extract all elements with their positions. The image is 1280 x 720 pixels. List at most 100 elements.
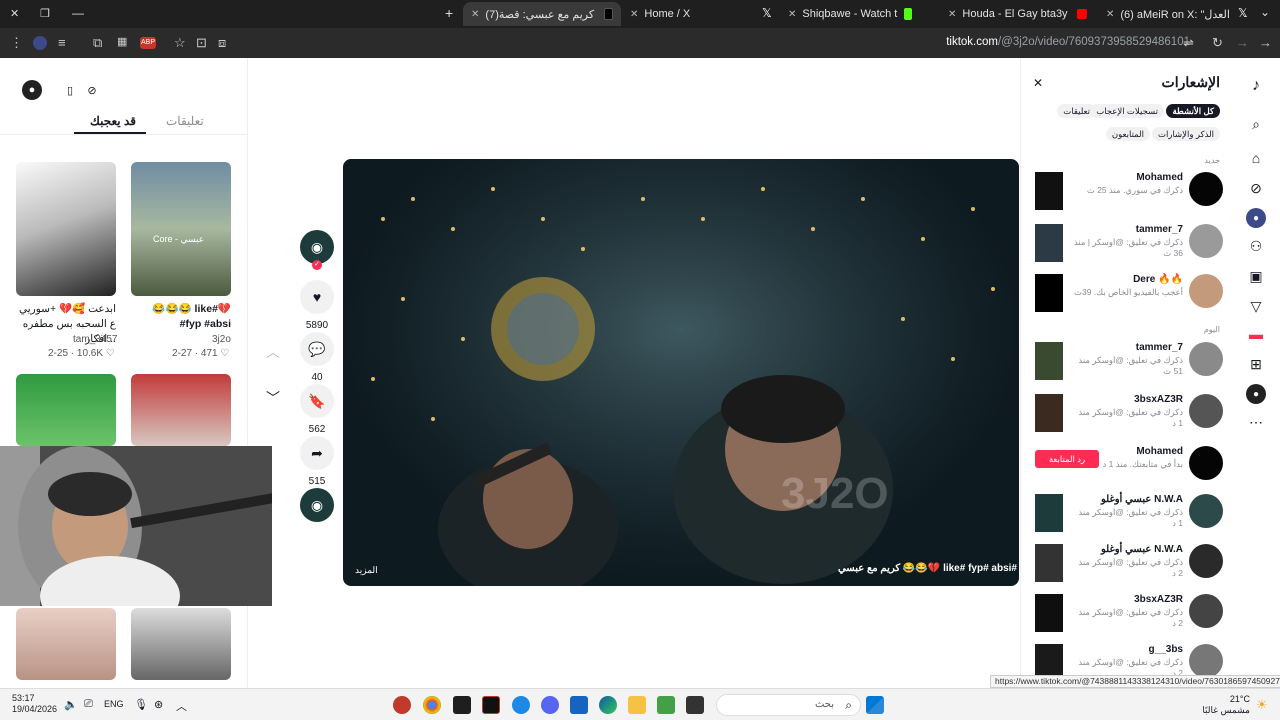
compass-icon[interactable]: ⊘ [82, 80, 102, 100]
phone-icon[interactable]: ▯ [60, 80, 80, 100]
notification-item[interactable]: tammer_7 ذكرك في تعليق: @اوسكر منذ 51 ث [1035, 342, 1223, 390]
tab-ameir[interactable]: ✕ (6) aMeiR on X: "كمة العدل [1098, 2, 1238, 26]
capcut-icon[interactable] [482, 696, 500, 714]
user-avatar[interactable] [1189, 494, 1223, 528]
live-avatar[interactable]: ● [1246, 208, 1266, 228]
bookmark-star-icon[interactable]: ☆ [174, 35, 186, 51]
user-avatar[interactable] [1189, 544, 1223, 578]
search-icon[interactable]: ⌕ [1246, 114, 1266, 134]
minimize-window-icon[interactable]: — [72, 6, 84, 20]
new-tab-icon[interactable]: + [445, 5, 453, 21]
start-icon[interactable] [866, 696, 884, 714]
tray-overflow-icon[interactable]: ︿ [176, 698, 187, 714]
cast-icon[interactable]: ⧈ [218, 35, 226, 51]
comment-button[interactable]: 💬 40 [299, 332, 335, 383]
close-window-icon[interactable]: ✕ [10, 7, 19, 20]
adblock-icon[interactable]: ABP [140, 37, 156, 49]
video-thumbnail[interactable] [1035, 274, 1063, 312]
filter-comments[interactable]: تعليقات [1057, 104, 1096, 118]
menu-dots-icon[interactable]: ⋮ [10, 35, 23, 51]
notification-username[interactable]: 3bsxAZ3R [1134, 394, 1183, 405]
app-icon-blue[interactable] [512, 696, 530, 714]
author-avatar[interactable]: ◉ ✓ [299, 230, 335, 270]
profile-avatar[interactable]: ● [1246, 384, 1266, 404]
more-link[interactable]: المزيد [355, 565, 378, 576]
notification-username[interactable]: عبسي أوغلو N.W.A [1101, 544, 1183, 555]
user-avatar[interactable] [1189, 342, 1223, 376]
video-thumbnail[interactable] [1035, 494, 1063, 532]
video-author[interactable]: 3j2o [212, 334, 231, 345]
tab-x-home[interactable]: ✕ Home / X [622, 2, 762, 26]
profile-avatar[interactable] [33, 36, 47, 50]
user-avatar[interactable] [1189, 224, 1223, 258]
user-avatar[interactable] [1189, 644, 1223, 678]
notification-username[interactable]: g__3bs [1149, 644, 1183, 655]
sound-avatar[interactable]: ◉ [299, 488, 335, 522]
network-icon[interactable]: ⎚ [84, 698, 93, 711]
video-thumbnail[interactable] [16, 608, 116, 680]
grid-icon[interactable]: ▦ [117, 35, 127, 48]
creator-avatar[interactable]: ● [22, 80, 42, 100]
notification-item[interactable]: tammer_7 ذكرك في تعليق: @اوسكر | منذ 36 ث [1035, 224, 1223, 272]
close-tab-icon[interactable]: ✕ [471, 9, 479, 20]
filter-all-activity[interactable]: كل الأنشطة [1166, 104, 1220, 118]
notification-item[interactable]: Dere 🔥🔥 أعجب بالفيديو الخاص بك. 39ث [1035, 274, 1223, 322]
user-avatar[interactable] [1189, 394, 1223, 428]
explore-icon[interactable]: ⊘ [1246, 178, 1266, 198]
user-avatar[interactable] [1189, 594, 1223, 628]
close-tab-icon[interactable]: ✕ [630, 9, 638, 20]
install-app-icon[interactable]: ⊡ [196, 35, 207, 51]
video-thumbnail[interactable] [1035, 394, 1063, 432]
messages-icon[interactable]: ▬ [1246, 324, 1266, 344]
notification-username[interactable]: tammer_7 [1136, 342, 1183, 353]
video-author[interactable]: tam_3457 [73, 334, 117, 345]
notification-item[interactable]: Mohamed ذكرك في سوري. منذ 25 ث [1035, 172, 1223, 220]
file-explorer-icon[interactable] [628, 696, 646, 714]
notification-username[interactable]: Mohamed [1136, 172, 1183, 183]
user-avatar[interactable] [1189, 172, 1223, 206]
forward-icon[interactable]: → [1236, 35, 1249, 50]
filter-followers[interactable]: المتابعون [1105, 127, 1150, 141]
notification-username[interactable]: Mohamed [1136, 446, 1183, 457]
home-icon[interactable]: ⌂ [1246, 148, 1266, 168]
bluetooth-icon[interactable]: ⊛ [154, 698, 163, 711]
video-thumbnail[interactable] [16, 374, 116, 446]
app-icon-green[interactable] [657, 696, 675, 714]
filter-mentions[interactable]: الذكر والإشارات [1151, 127, 1220, 141]
tab-shiqbawe[interactable]: ✕ Shiqbawe - Watch the VOD on [780, 2, 920, 26]
notification-username[interactable]: عبسي أوغلو N.W.A [1101, 494, 1183, 505]
video-caption[interactable]: 😂😂😂 like#💔 #fyp #absi [131, 302, 231, 332]
activity-icon[interactable]: ▽ [1246, 296, 1266, 316]
video-thumbnail[interactable] [1035, 594, 1063, 632]
chrome-icon[interactable] [423, 696, 441, 714]
notification-item[interactable]: عبسي أوغلو N.W.A ذكرك في تعليق: @اوسكر من… [1035, 494, 1223, 542]
following-icon[interactable]: ⚇ [1246, 236, 1266, 256]
notification-item[interactable]: Mohamed بدأ في متابعتك. منذ 1 د رد المتابع… [1035, 446, 1223, 494]
video-thumbnail[interactable] [1035, 224, 1063, 262]
edge-icon[interactable] [599, 696, 617, 714]
close-tab-icon[interactable]: ✕ [788, 9, 796, 20]
close-icon[interactable]: ✕ [1033, 76, 1043, 90]
next-video-icon[interactable]: ﹀ [266, 388, 280, 408]
extensions-icon[interactable]: ⧉ [93, 35, 102, 51]
reload-icon[interactable]: ↻ [1212, 35, 1223, 51]
video-thumbnail[interactable] [1035, 544, 1063, 582]
tab-comments[interactable]: تعليقات [166, 114, 204, 128]
reading-list-icon[interactable]: ≡ [58, 35, 66, 50]
share-button[interactable]: ➦ 515 [299, 436, 335, 487]
previous-video-icon[interactable]: ︿ [266, 342, 280, 362]
notification-username[interactable]: Dere 🔥🔥 [1133, 274, 1183, 285]
video-thumbnail[interactable] [16, 162, 116, 296]
live-icon[interactable]: ▣ [1246, 266, 1266, 286]
save-button[interactable]: 🔖 562 [299, 384, 335, 435]
close-tab-icon[interactable]: ✕ [948, 9, 956, 20]
user-avatar[interactable] [1189, 274, 1223, 308]
app-icon-recorder[interactable] [393, 696, 411, 714]
notification-username[interactable]: tammer_7 [1136, 224, 1183, 235]
tab-houda[interactable]: ✕ Houda - El Gay bta3y (Official [940, 2, 1095, 26]
tiktok-logo-icon[interactable]: ♪ [1246, 76, 1266, 96]
close-tab-icon[interactable]: ✕ [1106, 9, 1114, 20]
discord-icon[interactable] [541, 696, 559, 714]
notification-item[interactable]: 3bsxAZ3R ذكرك في تعليق: @اوسكر منذ 1 د [1035, 394, 1223, 442]
video-thumbnail[interactable] [1035, 172, 1063, 210]
